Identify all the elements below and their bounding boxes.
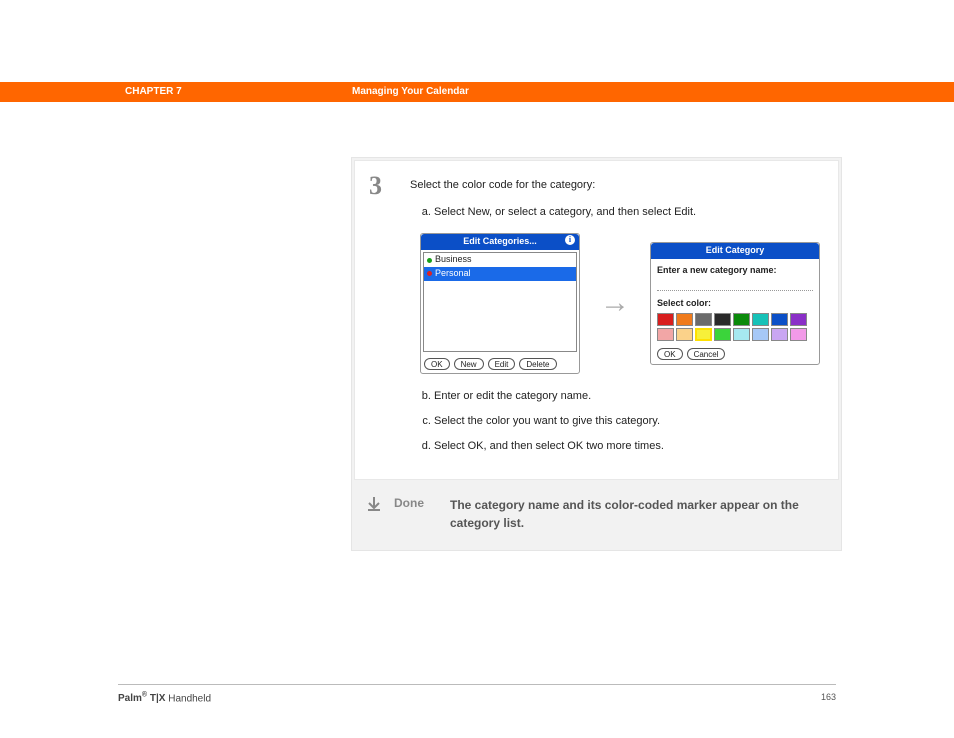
- category-item-business: Business: [424, 253, 576, 267]
- color-swatch: [676, 313, 693, 326]
- ok-button: OK: [657, 348, 683, 360]
- dialog1-title: Edit Categories...: [463, 236, 537, 246]
- dialog2-body: Enter a new category name: Select color:…: [651, 259, 819, 365]
- dialog2-buttons: OK Cancel: [657, 346, 813, 360]
- name-label: Enter a new category name:: [657, 264, 813, 278]
- step-item-a: Select New, or select a category, and th…: [434, 204, 820, 221]
- step-row: 3 Select the color code for the category…: [354, 160, 839, 480]
- color-swatch: [695, 313, 712, 326]
- cancel-button: Cancel: [687, 348, 726, 360]
- step-list-cont: Enter or edit the category name. Select …: [410, 388, 820, 455]
- screenshot-row: Edit Categories... i Business Personal: [420, 233, 820, 374]
- step-item-b: Enter or edit the category name.: [434, 388, 820, 405]
- footer-brand: Palm: [118, 693, 142, 704]
- category-name: Business: [435, 253, 472, 267]
- color-swatch: [771, 313, 788, 326]
- category-name-input: [657, 280, 813, 291]
- done-text: The category name and its color-coded ma…: [450, 496, 823, 532]
- color-label: Select color:: [657, 297, 813, 311]
- edit-category-dialog: Edit Category Enter a new category name:…: [650, 242, 820, 366]
- color-swatch: [733, 328, 750, 341]
- color-swatch: [695, 328, 712, 341]
- delete-button: Delete: [519, 358, 556, 370]
- footer-model-prefix: T|X: [150, 693, 166, 704]
- chapter-header-bar: CHAPTER 7 Managing Your Calendar: [0, 82, 954, 102]
- step-intro: Select the color code for the category:: [410, 177, 820, 194]
- done-row: Done The category name and its color-cod…: [352, 482, 841, 550]
- done-icon: [366, 496, 384, 532]
- info-icon: i: [565, 235, 575, 245]
- color-grid: [657, 313, 813, 341]
- color-swatch: [752, 328, 769, 341]
- footer-rule: [118, 684, 836, 685]
- category-dot: [427, 271, 432, 276]
- color-swatch: [714, 328, 731, 341]
- color-swatch: [657, 313, 674, 326]
- ok-button: OK: [424, 358, 450, 370]
- footer-model-suffix: Handheld: [168, 693, 211, 704]
- color-swatch: [733, 313, 750, 326]
- dialog1-body: Business Personal: [421, 250, 579, 354]
- color-swatch: [790, 328, 807, 341]
- edit-button: Edit: [488, 358, 516, 370]
- color-swatch: [676, 328, 693, 341]
- color-swatch: [714, 313, 731, 326]
- color-swatch: [657, 328, 674, 341]
- step-number: 3: [355, 161, 410, 479]
- chapter-label: CHAPTER 7: [125, 86, 182, 97]
- color-swatch: [752, 313, 769, 326]
- edit-categories-dialog: Edit Categories... i Business Personal: [420, 233, 580, 374]
- category-list: Business Personal: [423, 252, 577, 352]
- dialog2-titlebar: Edit Category: [651, 243, 819, 259]
- category-item-personal: Personal: [424, 267, 576, 281]
- chapter-title: Managing Your Calendar: [352, 86, 469, 97]
- step-list: Select New, or select a category, and th…: [410, 204, 820, 221]
- color-swatch: [771, 328, 788, 341]
- done-label: Done: [394, 496, 440, 532]
- step-item-c: Select the color you want to give this c…: [434, 413, 820, 430]
- step-body: Select the color code for the category: …: [410, 161, 838, 479]
- arrow-right-icon: →: [600, 280, 630, 327]
- dialog2-title: Edit Category: [706, 245, 765, 255]
- footer-product: Palm® T|X Handheld: [118, 692, 211, 704]
- dialog1-titlebar: Edit Categories... i: [421, 234, 579, 250]
- page-number: 163: [821, 692, 836, 702]
- color-swatch: [790, 313, 807, 326]
- step-item-d: Select OK, and then select OK two more t…: [434, 438, 820, 455]
- category-dot: [427, 258, 432, 263]
- instruction-panel: 3 Select the color code for the category…: [351, 157, 842, 551]
- category-name: Personal: [435, 267, 471, 281]
- dialog1-buttons: OK New Edit Delete: [421, 354, 579, 373]
- new-button: New: [454, 358, 484, 370]
